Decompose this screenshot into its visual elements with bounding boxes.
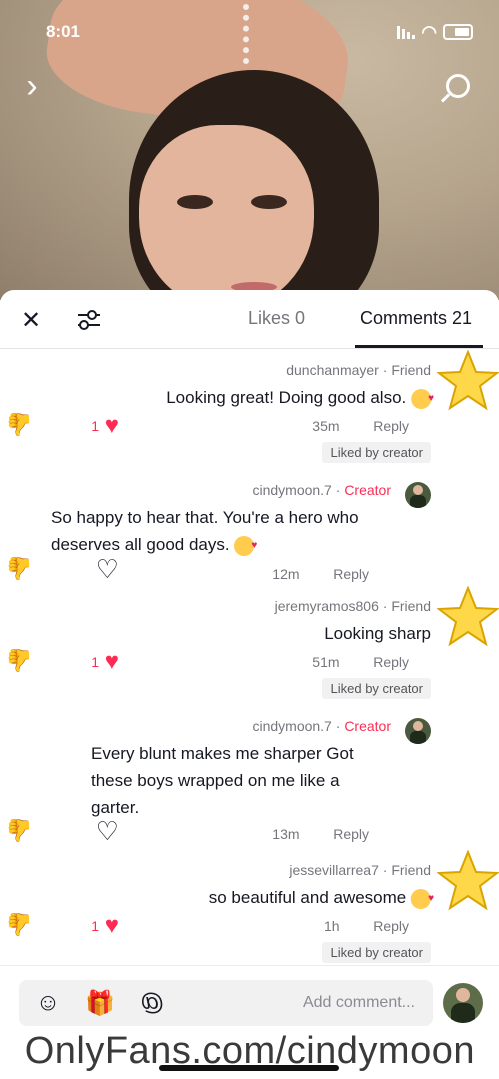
comment-input-bar: Add comment... @ 🎁 ☺ <box>0 965 499 1038</box>
like-button[interactable]: ♥ 1 <box>90 912 119 939</box>
like-button[interactable]: ♥ 1 <box>90 412 119 439</box>
video-preview-photo: 8:01 ◠ ‹ <box>0 0 499 300</box>
battery-icon <box>443 24 473 40</box>
reply-button[interactable]: Reply <box>373 418 409 434</box>
comment-username[interactable]: cindymoon.7 · Creator <box>252 718 391 734</box>
heart-icon: ♥ <box>104 912 119 939</box>
avatar <box>443 983 483 1023</box>
liked-by-creator-badge: Liked by creator <box>322 442 431 463</box>
home-indicator[interactable] <box>159 1065 339 1071</box>
comment-text: Looking great! Doing good also. <box>91 384 431 411</box>
like-count: 1 <box>90 654 99 670</box>
heart-outline-icon: ♡ <box>95 554 119 584</box>
star-icon <box>437 850 499 911</box>
at-icon[interactable]: @ <box>139 989 165 1016</box>
close-icon[interactable]: ✕ <box>17 306 45 334</box>
like-count: 1 <box>90 918 99 934</box>
comment-text: Every blunt makes me sharper Got these b… <box>91 744 354 817</box>
comment-meta: 51m Reply <box>312 654 409 670</box>
chevron-left-icon[interactable]: ‹ <box>12 66 52 106</box>
comment-username[interactable]: dunchanmayer · Friend <box>286 362 431 378</box>
comment-username[interactable]: cindymoon.7 · Creator <box>252 482 391 498</box>
comment-text: so beautiful and awesome <box>91 884 431 911</box>
like-button[interactable]: ♡ <box>95 816 119 846</box>
comment-input-placeholder: Add comment... <box>302 994 415 1011</box>
thumbs-down-icon[interactable]: 👎 <box>6 912 33 938</box>
like-button[interactable]: ♥ 1 <box>90 648 119 675</box>
comments-panel: Comments 21 Likes 0 ✕ dunchanmayer · Fri… <box>0 290 499 1079</box>
heart-outline-icon: ♡ <box>95 816 119 846</box>
thumbs-down-icon[interactable]: 👎 <box>6 412 33 438</box>
comment-username[interactable]: jeremyramos806 · Friend <box>275 598 431 614</box>
smiling-hearts-emoji <box>411 888 431 909</box>
heart-icon: ♥ <box>104 648 119 675</box>
sliders-icon[interactable] <box>75 306 103 334</box>
reply-button[interactable]: Reply <box>333 826 369 842</box>
star-icon <box>437 350 499 411</box>
liked-by-creator-badge: Liked by creator <box>322 678 431 699</box>
thumbs-down-icon[interactable]: 👎 <box>6 556 33 582</box>
tab-likes[interactable]: Likes 0 <box>248 308 305 329</box>
like-count: 1 <box>90 418 99 434</box>
comments-tabbar: Comments 21 Likes 0 ✕ <box>0 290 499 349</box>
comment-username[interactable]: jessevillarrea7 · Friend <box>289 862 431 878</box>
status-icons: ◠ <box>397 20 473 44</box>
status-time: 8:01 <box>46 22 81 41</box>
smiling-hearts-emoji <box>411 388 431 409</box>
like-button[interactable]: ♡ <box>95 554 119 584</box>
comment-text: Looking sharp <box>324 624 431 643</box>
comment-meta: 13m Reply <box>272 826 369 842</box>
search-icon[interactable] <box>438 66 478 106</box>
wifi-icon: ◠ <box>421 22 437 42</box>
heart-icon: ♥ <box>104 412 119 439</box>
reply-button[interactable]: Reply <box>373 918 409 934</box>
liked-by-creator-badge: Liked by creator <box>322 942 431 963</box>
thumbs-down-icon[interactable]: 👎 <box>6 648 33 674</box>
reply-button[interactable]: Reply <box>333 566 369 582</box>
smiley-icon[interactable]: ☺ <box>35 989 61 1016</box>
avatar[interactable] <box>405 482 431 508</box>
comment-input[interactable]: Add comment... @ 🎁 ☺ <box>19 980 433 1026</box>
signal-icon <box>397 25 416 39</box>
smiling-hearts-emoji <box>234 535 255 556</box>
star-icon <box>437 586 499 647</box>
gift-icon[interactable]: 🎁 <box>85 990 115 1017</box>
reply-button[interactable]: Reply <box>373 654 409 670</box>
avatar[interactable] <box>405 718 431 744</box>
comment-meta: 35m Reply <box>312 418 409 434</box>
comment-meta: 1h Reply <box>323 918 409 934</box>
comment-meta: 12m Reply <box>272 566 369 582</box>
thumbs-down-icon[interactable]: 👎 <box>6 818 33 844</box>
tab-active-underline <box>355 345 483 348</box>
comment-text: So happy to hear that. You're a hero who… <box>51 504 391 558</box>
tab-comments[interactable]: Comments 21 <box>360 308 472 329</box>
